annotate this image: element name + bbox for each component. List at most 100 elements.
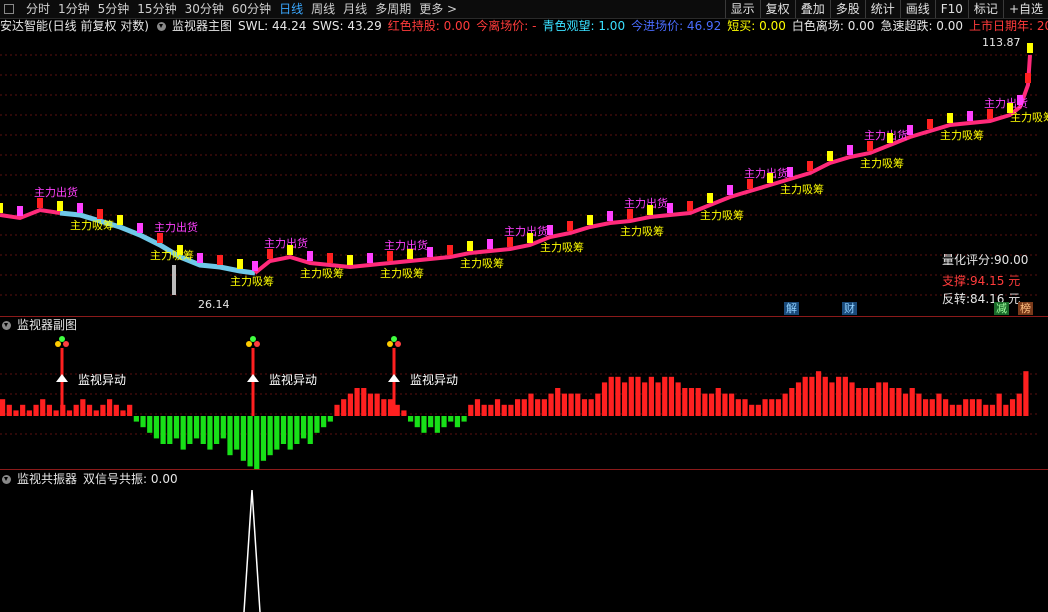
- tag-jian[interactable]: 减: [994, 302, 1009, 315]
- period-tab-2[interactable]: 5分钟: [94, 0, 134, 18]
- sub-bar-94: [628, 376, 634, 416]
- sub-bar-138: [922, 399, 929, 416]
- sub-bar-77: [515, 399, 521, 416]
- period-tab-5[interactable]: 60分钟: [228, 0, 275, 18]
- annotation-in-20: 主力吸筹: [380, 266, 424, 280]
- sub-bar-73: [488, 404, 494, 416]
- signal-dot-a-1: [246, 341, 252, 347]
- stock-title: 安达智能(日线 前复权 对数): [0, 19, 149, 33]
- toolbar-button-1[interactable]: 复权: [759, 0, 795, 18]
- reso-item: 双信号共振: 0.00: [83, 472, 178, 486]
- period-tab-4[interactable]: 30分钟: [181, 0, 228, 18]
- sub-bar-48: [321, 416, 327, 428]
- toolbar-button-6[interactable]: F10: [934, 0, 968, 18]
- annotation-in-44: 主力吸筹: [860, 156, 904, 170]
- sub-bar-70: [468, 404, 474, 416]
- annotation-in-40: 主力吸筹: [780, 182, 824, 196]
- candle-6: [117, 215, 123, 225]
- sub-bar-64: [428, 416, 434, 428]
- period-tab-6[interactable]: 日线: [275, 0, 307, 18]
- toolbar-button-4[interactable]: 统计: [864, 0, 900, 18]
- candle-3: [57, 201, 63, 211]
- annotation-in-12: 主力吸筹: [230, 274, 274, 288]
- sub-bar-136: [909, 388, 915, 416]
- toolbar-button-3[interactable]: 多股: [829, 0, 865, 18]
- main-price-chart[interactable]: 主力出货主力吸筹主力吸筹主力出货主力吸筹主力出货主力吸筹 主力吸筹主力出货主力吸筹…: [0, 35, 1048, 317]
- indicator-name: 监视器主图: [172, 19, 233, 33]
- candle-53: [1025, 73, 1031, 83]
- sub-bar-62: [414, 416, 420, 428]
- header-item-1: SWS: 43.29: [312, 19, 382, 33]
- sub-bar-90: [601, 382, 608, 416]
- period-tab-0[interactable]: 分时: [22, 0, 54, 18]
- period-tab-8[interactable]: 月线: [339, 0, 371, 18]
- candle-54: [1027, 43, 1033, 53]
- toolbar-button-8[interactable]: +自选: [1002, 0, 1048, 18]
- sub-bar-72: [481, 404, 487, 416]
- reso-title: 监视共振器: [17, 472, 78, 486]
- annotation-in-32: 主力吸筹: [620, 224, 664, 238]
- sub-bar-116: [775, 399, 782, 416]
- sub-bar-83: [555, 388, 561, 416]
- sub-bar-146: [976, 399, 982, 416]
- sub-bar-51: [341, 399, 347, 416]
- sub-bar-14: [93, 410, 99, 416]
- sub-indicator-chart[interactable]: 监视异动 监视异动 监视异动: [0, 334, 1048, 470]
- sub-bar-108: [722, 393, 728, 416]
- sub-bar-125: [836, 376, 842, 416]
- candle-31: [607, 211, 613, 221]
- sub-bar-104: [695, 388, 701, 416]
- signal-label-1: 监视异动: [269, 372, 317, 387]
- toolbar-button-0[interactable]: 显示: [724, 0, 760, 18]
- toolbar-box-icon[interactable]: [4, 4, 14, 14]
- sub-bar-89: [595, 393, 601, 416]
- candle-45: [887, 133, 893, 143]
- candle-33: [647, 205, 653, 215]
- period-tab-1[interactable]: 1分钟: [54, 0, 94, 18]
- annotation-out-20: 主力出货: [384, 238, 428, 252]
- sub-bar-152: [1016, 393, 1022, 416]
- tag-jie[interactable]: 解: [784, 302, 799, 315]
- candle-39: [767, 173, 773, 183]
- header-item-2: 红色持股: 0.00: [387, 19, 471, 33]
- toolbar-button-7[interactable]: 标记: [967, 0, 1003, 18]
- sub-bar-99: [662, 376, 668, 416]
- sub-bar-130: [869, 388, 875, 416]
- sub-bar-133: [889, 388, 895, 416]
- resonance-chart[interactable]: [0, 488, 1048, 612]
- header-item-6: 短买: 0.00: [727, 19, 786, 33]
- sub-bar-16: [107, 399, 113, 416]
- period-tab-3[interactable]: 15分钟: [133, 0, 180, 18]
- sub-bar-65: [434, 416, 440, 433]
- indicator-dropdown-icon[interactable]: [157, 22, 166, 31]
- sub-bar-119: [795, 382, 802, 416]
- sub-bar-95: [635, 376, 641, 416]
- sub-bar-40: [267, 416, 273, 456]
- period-tab-7[interactable]: 周线: [307, 0, 339, 18]
- sub-bar-74: [494, 399, 501, 416]
- sub-bar-122: [815, 371, 822, 416]
- sub-bar-54: [361, 388, 367, 416]
- sub-bar-103: [688, 388, 695, 416]
- sub-bar-20: [133, 416, 139, 422]
- annotation-out-8: 主力出货: [154, 220, 198, 234]
- sub-dropdown-icon[interactable]: [2, 321, 11, 330]
- tag-cai[interactable]: 财: [842, 302, 857, 315]
- sub-bar-30: [200, 416, 206, 444]
- sub-bar-44: [294, 416, 300, 444]
- tag-bang[interactable]: 榜: [1018, 302, 1033, 315]
- sub-bar-123: [822, 376, 828, 416]
- sub-bar-76: [508, 404, 514, 416]
- sub-bar-41: [274, 416, 280, 450]
- annotation-out-26: 主力出货: [504, 224, 548, 238]
- candle-44: [867, 141, 873, 151]
- toolbar-button-5[interactable]: 画线: [899, 0, 935, 18]
- toolbar-button-2[interactable]: 叠加: [794, 0, 830, 18]
- period-tab-9[interactable]: 多周期: [371, 0, 415, 18]
- header-item-0: SWL: 44.24: [238, 19, 307, 33]
- sub-bar-105: [702, 393, 708, 416]
- sub-bar-115: [769, 399, 775, 416]
- period-tab-10[interactable]: 更多 >: [415, 0, 461, 18]
- sub-bar-29: [193, 416, 200, 439]
- reso-dropdown-icon[interactable]: [2, 475, 11, 484]
